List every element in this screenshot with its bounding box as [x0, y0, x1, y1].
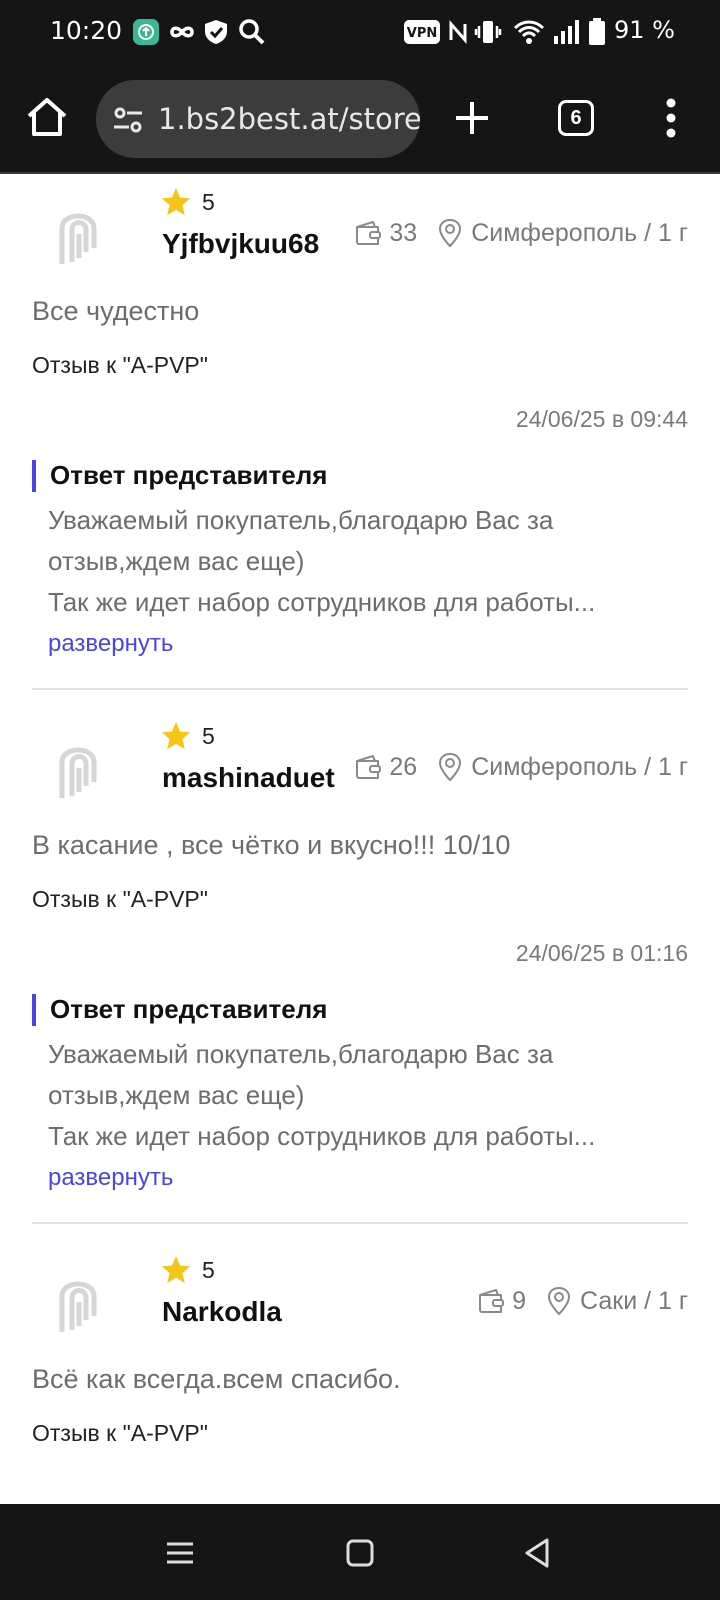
rating-value: 5 — [202, 722, 215, 749]
wallet-icon — [479, 1289, 505, 1313]
svg-text:VPN: VPN — [407, 26, 437, 41]
purchases-count: 9 — [512, 1286, 527, 1315]
review-card: 5 mashinaduet 26 Симферополь / 1 г В кас… — [0, 710, 720, 1224]
tune-icon[interactable] — [112, 104, 144, 136]
purchases-count: 26 — [389, 752, 418, 781]
search-icon — [239, 19, 265, 45]
wifi-icon — [513, 20, 545, 44]
wallet-icon — [356, 755, 382, 779]
reply-title: Ответ представителя — [50, 460, 328, 490]
star-icon — [161, 188, 191, 216]
reply-title: Ответ представителя — [50, 994, 328, 1024]
reply-line: Так же идет набор сотрудников для работы… — [48, 1121, 596, 1151]
app-icon — [133, 19, 159, 45]
home-square-icon[interactable] — [343, 1536, 377, 1570]
reply-line: Уважаемый покупатель,благодарю Вас за — [48, 1039, 554, 1069]
review-meta: 9 Саки / 1 г — [476, 1286, 688, 1316]
address-bar[interactable]: 1.bs2best.at/store — [96, 80, 420, 158]
plus-icon[interactable] — [452, 98, 492, 138]
system-nav-bar — [0, 1504, 720, 1600]
review-product: Отзыв к "A-PVP" — [32, 1420, 208, 1446]
status-time: 10:20 — [50, 16, 123, 45]
review-text: Все чудестно — [32, 296, 200, 326]
shield-icon — [205, 20, 227, 44]
review-username[interactable]: mashinaduet — [162, 762, 335, 794]
review-location: Симферополь / 1 г — [471, 218, 688, 247]
review-meta: 33 Симферополь / 1 г — [353, 218, 688, 248]
expand-link[interactable]: развернуть — [48, 1164, 173, 1192]
review-card: 5 Narkodla 9 Саки / 1 г Всё как всегда.в… — [0, 1244, 720, 1504]
rating-value: 5 — [202, 188, 215, 215]
more-vert-icon[interactable] — [656, 96, 686, 140]
review-location: Симферополь / 1 г — [471, 752, 688, 781]
signal-icon — [554, 20, 579, 44]
review-date: 24/06/25 в 09:44 — [515, 406, 688, 432]
expand-link[interactable]: развернуть — [48, 630, 173, 658]
divider — [32, 688, 688, 690]
reply-line: отзыв,ждем вас еще) — [48, 546, 305, 576]
divider — [32, 1222, 688, 1224]
rating: 5 — [160, 1254, 215, 1286]
review-card: 5 Yjfbvjkuu68 33 Симферополь / 1 г Все ч… — [0, 176, 720, 690]
location-pin-icon — [439, 218, 462, 248]
review-username[interactable]: Yjfbvjkuu68 — [162, 228, 319, 260]
back-icon[interactable] — [521, 1536, 555, 1570]
reply-line: Уважаемый покупатель,благодарю Вас за — [48, 505, 554, 535]
review-text: Всё как всегда.всем спасибо. — [32, 1364, 401, 1394]
review-location: Саки / 1 г — [580, 1286, 688, 1315]
star-icon — [161, 722, 191, 750]
recents-menu-icon[interactable] — [163, 1536, 197, 1570]
purchases-count: 33 — [389, 218, 418, 247]
rating-value: 5 — [202, 1256, 215, 1283]
vpn-icon: VPN — [404, 20, 440, 44]
battery-percent: 91 % — [614, 16, 675, 44]
status-bar: 10:20 VPN 91 % — [0, 0, 720, 66]
review-meta: 26 Симферополь / 1 г — [353, 752, 688, 782]
infinity-icon — [170, 26, 194, 38]
rating: 5 — [160, 720, 215, 752]
reply-line: отзыв,ждем вас еще) — [48, 1080, 305, 1110]
reply-line: Так же идет набор сотрудников для работы… — [48, 587, 596, 617]
wallet-icon — [356, 221, 382, 245]
review-product: Отзыв к "A-PVP" — [32, 886, 208, 912]
review-text: В касание , все чётко и вкусно!!! 10/10 — [32, 830, 511, 860]
tab-count: 6 — [570, 107, 582, 129]
url-text[interactable]: 1.bs2best.at/store — [158, 102, 420, 136]
review-product: Отзыв к "A-PVP" — [32, 352, 208, 378]
reply-body: Уважаемый покупатель,благодарю Вас за от… — [48, 500, 688, 623]
shop-logo-icon — [59, 1281, 97, 1332]
shop-logo-icon — [59, 747, 97, 798]
nfc-icon — [449, 20, 467, 44]
reviews-list: 5 Yjfbvjkuu68 33 Симферополь / 1 г Все ч… — [0, 176, 720, 1504]
tabs-button[interactable]: 6 — [558, 100, 594, 136]
star-icon — [161, 1256, 191, 1284]
review-date: 24/06/25 в 01:16 — [515, 940, 688, 966]
rating: 5 — [160, 186, 215, 218]
vibrate-icon — [474, 21, 502, 43]
battery-icon — [589, 18, 605, 45]
shop-logo-icon — [59, 213, 97, 264]
reply-body: Уважаемый покупатель,благодарю Вас за от… — [48, 1034, 688, 1157]
home-icon[interactable] — [24, 94, 70, 140]
browser-toolbar: 1.bs2best.at/store 6 — [0, 66, 720, 174]
location-pin-icon — [439, 752, 462, 782]
location-pin-icon — [548, 1286, 571, 1316]
review-username[interactable]: Narkodla — [162, 1296, 282, 1328]
